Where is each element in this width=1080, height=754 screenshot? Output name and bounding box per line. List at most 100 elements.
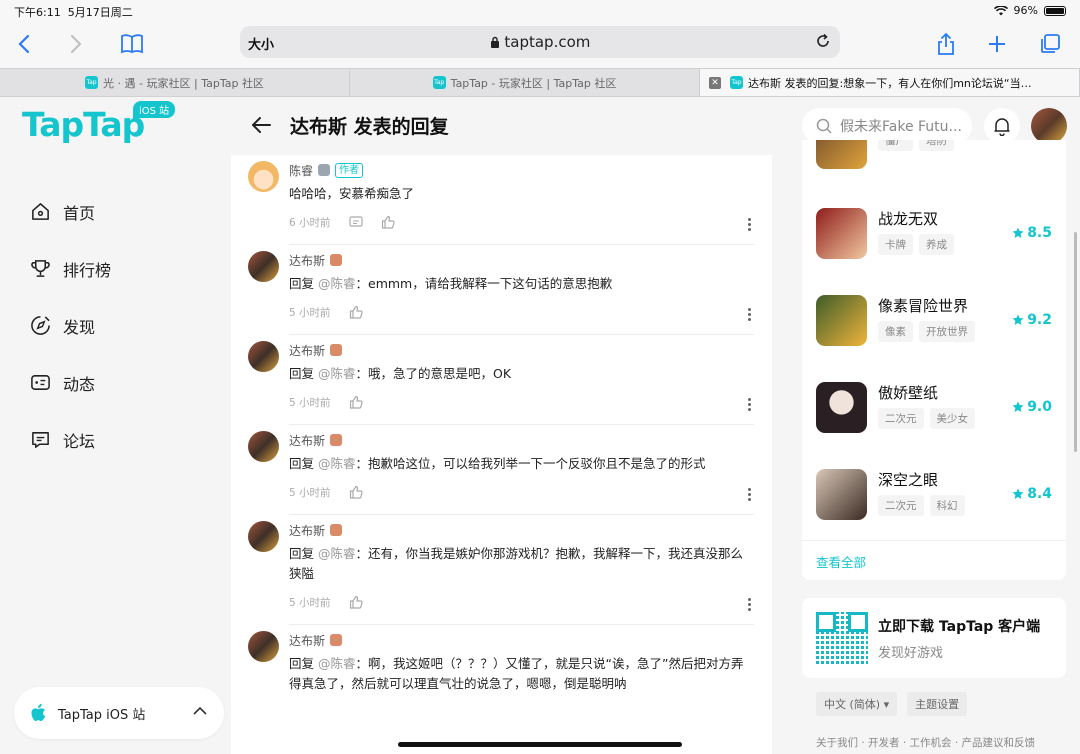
game-icon	[816, 382, 867, 433]
sidebar-item-forum[interactable]: 论坛	[30, 411, 111, 468]
close-tab-icon[interactable]: ✕	[709, 77, 721, 89]
game-tag[interactable]: 像素	[878, 321, 913, 342]
game-item[interactable]: 僵尸 塔防	[816, 140, 1052, 170]
browser-back-button[interactable]	[10, 30, 38, 58]
more-options-icon[interactable]	[746, 488, 752, 501]
browser-tab-active[interactable]: ✕ Tap 达布斯 发表的回复:想象一下，有人在你们mn论坛说“当…	[700, 69, 1080, 96]
reply-author[interactable]: 达布斯	[289, 252, 325, 269]
like-icon[interactable]	[349, 395, 363, 409]
game-item[interactable]: 深空之眼 二次元 科幻 8.4	[816, 469, 1052, 521]
avatar[interactable]	[248, 521, 279, 552]
back-arrow-icon[interactable]	[248, 112, 274, 138]
sidebar-item-rankings[interactable]: 排行榜	[30, 240, 111, 297]
browser-tab[interactable]: Tap TapTap - 玩家社区 | TapTap 社区	[350, 69, 700, 96]
game-tag[interactable]: 开放世界	[919, 321, 975, 342]
avatar[interactable]	[248, 251, 279, 282]
avatar[interactable]	[248, 341, 279, 372]
discover-icon	[31, 316, 50, 335]
language-select[interactable]: 中文 (简体) ▾	[816, 692, 898, 716]
user-badge-icon	[330, 524, 343, 536]
reply-text: 哈哈哈，安慕希痴急了	[289, 186, 415, 201]
sidebar-item-home[interactable]: 首页	[30, 183, 111, 240]
download-app-card[interactable]: 立即下载 TapTap 客户端 发现好游戏	[802, 598, 1066, 678]
taptap-logo[interactable]: TapTap	[22, 105, 145, 144]
plus-icon	[989, 36, 1005, 52]
sidebar-item-discover[interactable]: 发现	[30, 297, 111, 354]
qr-code-icon	[816, 612, 868, 664]
notifications-button[interactable]	[984, 108, 1020, 144]
game-name[interactable]: 像素冒险世界	[878, 295, 968, 316]
reply-author[interactable]: 达布斯	[289, 522, 325, 539]
taptap-favicon-icon: Tap	[432, 76, 446, 89]
status-time: 下午6:11 5月17日周二	[14, 6, 133, 19]
avatar[interactable]	[248, 631, 279, 662]
game-item[interactable]: 像素冒险世界 像素 开放世界 9.2	[816, 295, 1052, 347]
like-icon[interactable]	[349, 595, 363, 609]
battery-icon	[1044, 5, 1066, 16]
game-tag[interactable]: 卡牌	[878, 234, 913, 255]
game-tag[interactable]: 僵尸	[878, 140, 913, 151]
reload-icon[interactable]	[814, 32, 832, 50]
ios-site-switcher[interactable]: TapTap iOS 站	[14, 687, 224, 739]
sidebar-item-feed[interactable]: 动态	[30, 354, 111, 411]
feed-icon	[31, 375, 50, 390]
see-all-link[interactable]: 查看全部	[816, 552, 866, 571]
new-tab-button[interactable]	[983, 30, 1011, 58]
mention-link[interactable]: @陈睿	[318, 546, 356, 561]
chevron-right-icon	[70, 34, 82, 54]
tab-overview-button[interactable]	[1036, 30, 1064, 58]
search-input[interactable]: 假未来Fake Futu...	[802, 108, 972, 144]
like-icon[interactable]	[349, 485, 363, 499]
game-icon	[816, 140, 867, 169]
user-badge-icon	[318, 164, 331, 176]
more-options-icon[interactable]	[746, 598, 752, 611]
game-name[interactable]: 傲娇壁纸	[878, 382, 938, 403]
bookmarks-button[interactable]	[118, 30, 146, 58]
user-badge-icon	[330, 344, 343, 356]
mention-link[interactable]: @陈睿	[318, 276, 356, 291]
share-button[interactable]	[932, 30, 960, 58]
mention-link[interactable]: @陈睿	[318, 456, 356, 471]
game-item[interactable]: 傲娇壁纸 二次元 美少女 9.0	[816, 382, 1052, 434]
more-options-icon[interactable]	[746, 218, 752, 231]
game-name[interactable]: 深空之眼	[878, 469, 938, 490]
like-icon[interactable]	[381, 215, 395, 229]
comment-icon[interactable]	[348, 215, 363, 229]
mention-link[interactable]: @陈睿	[318, 366, 356, 381]
reply-author[interactable]: 陈睿	[289, 162, 313, 179]
more-options-icon[interactable]	[746, 398, 752, 411]
game-item[interactable]: 战龙无双 卡牌 养成 8.5	[816, 208, 1052, 260]
page-scrollbar[interactable]	[1074, 232, 1077, 452]
theme-settings-button[interactable]: 主题设置	[907, 692, 968, 716]
book-icon	[121, 34, 143, 54]
home-indicator[interactable]	[398, 742, 682, 747]
game-tag[interactable]: 养成	[919, 234, 954, 255]
browser-forward-button[interactable]	[62, 30, 90, 58]
avatar[interactable]	[248, 161, 279, 192]
like-icon[interactable]	[349, 305, 363, 319]
avatar[interactable]	[248, 431, 279, 462]
reply-time: 5 小时前	[289, 306, 331, 319]
battery-percent: 96%	[1013, 4, 1038, 17]
reply-time: 5 小时前	[289, 596, 331, 609]
sidebar: TapTap iOS 站 首页 排行榜 发现 动态 论坛 TapTap iOS …	[0, 97, 230, 754]
browser-tab[interactable]: Tap 光 · 遇 - 玩家社区 | TapTap 社区	[0, 69, 350, 96]
reply-author[interactable]: 达布斯	[289, 632, 325, 649]
footer-links[interactable]: 关于我们 · 开发者 · 工作机会 · 产品建议和反馈	[816, 735, 1035, 750]
game-tag[interactable]: 科幻	[929, 495, 965, 516]
more-options-icon[interactable]	[746, 308, 752, 321]
game-tag[interactable]: 塔防	[919, 140, 954, 151]
user-badge-icon	[330, 634, 343, 646]
game-tag[interactable]: 二次元	[878, 495, 924, 516]
user-avatar[interactable]	[1031, 108, 1067, 144]
reply-author[interactable]: 达布斯	[289, 432, 325, 449]
game-tag[interactable]: 二次元	[878, 408, 924, 429]
game-name[interactable]: 战龙无双	[878, 208, 938, 229]
game-tag[interactable]: 美少女	[929, 408, 975, 429]
reply-item: 达布斯 回复 @陈睿：emmm，请给我解释一下这句话的意思抱歉 5 小时前	[231, 245, 772, 335]
address-bar[interactable]: 大小 taptap.com	[240, 26, 840, 58]
game-icon	[816, 295, 867, 346]
mention-link[interactable]: @陈睿	[318, 656, 356, 671]
reply-author[interactable]: 达布斯	[289, 342, 325, 359]
page-title: 达布斯 发表的回复	[290, 116, 449, 138]
